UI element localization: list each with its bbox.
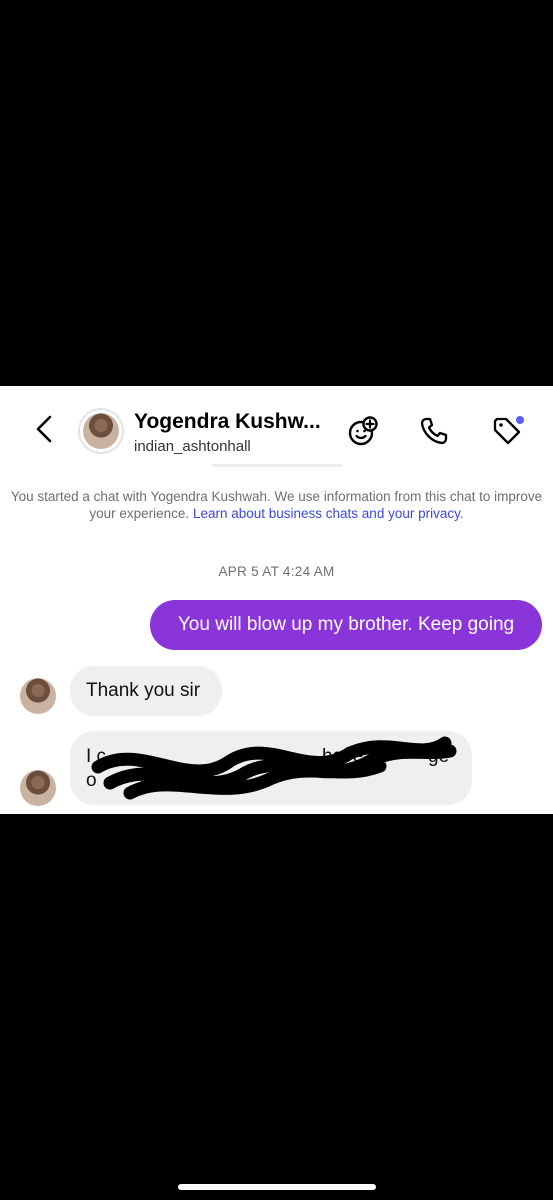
chat-panel: Yogendra Kushw... indian_ashtonhall You … (0, 386, 553, 814)
back-button[interactable] (30, 414, 60, 444)
redaction-scribble (91, 736, 457, 800)
privacy-link[interactable]: Learn about business chats and your priv… (193, 506, 460, 521)
incoming-message-redacted[interactable]: I c o have m ge ch (70, 731, 472, 805)
outgoing-message[interactable]: You will blow up my brother. Keep going (150, 600, 542, 650)
business-chat-notice: You started a chat with Yogendra Kushwah… (10, 489, 543, 521)
effects-button[interactable] (346, 414, 380, 448)
notification-dot (516, 416, 524, 424)
contact-username[interactable]: indian_ashtonhall (134, 438, 251, 455)
chevron-left-icon (36, 415, 52, 443)
message-timestamp: APR 5 AT 4:24 AM (218, 564, 335, 579)
sticker-plus-icon (348, 416, 378, 446)
sender-avatar[interactable] (20, 770, 56, 806)
call-button[interactable] (417, 414, 451, 448)
chat-header: Yogendra Kushw... indian_ashtonhall (0, 386, 553, 466)
incoming-message[interactable]: Thank you sir (70, 666, 222, 716)
home-indicator[interactable] (178, 1184, 376, 1190)
avatar[interactable] (78, 408, 124, 454)
sender-avatar[interactable] (20, 678, 56, 714)
phone-icon (420, 417, 448, 445)
label-button[interactable] (490, 414, 524, 448)
divider (212, 464, 342, 467)
contact-name[interactable]: Yogendra Kushw... (134, 410, 321, 434)
